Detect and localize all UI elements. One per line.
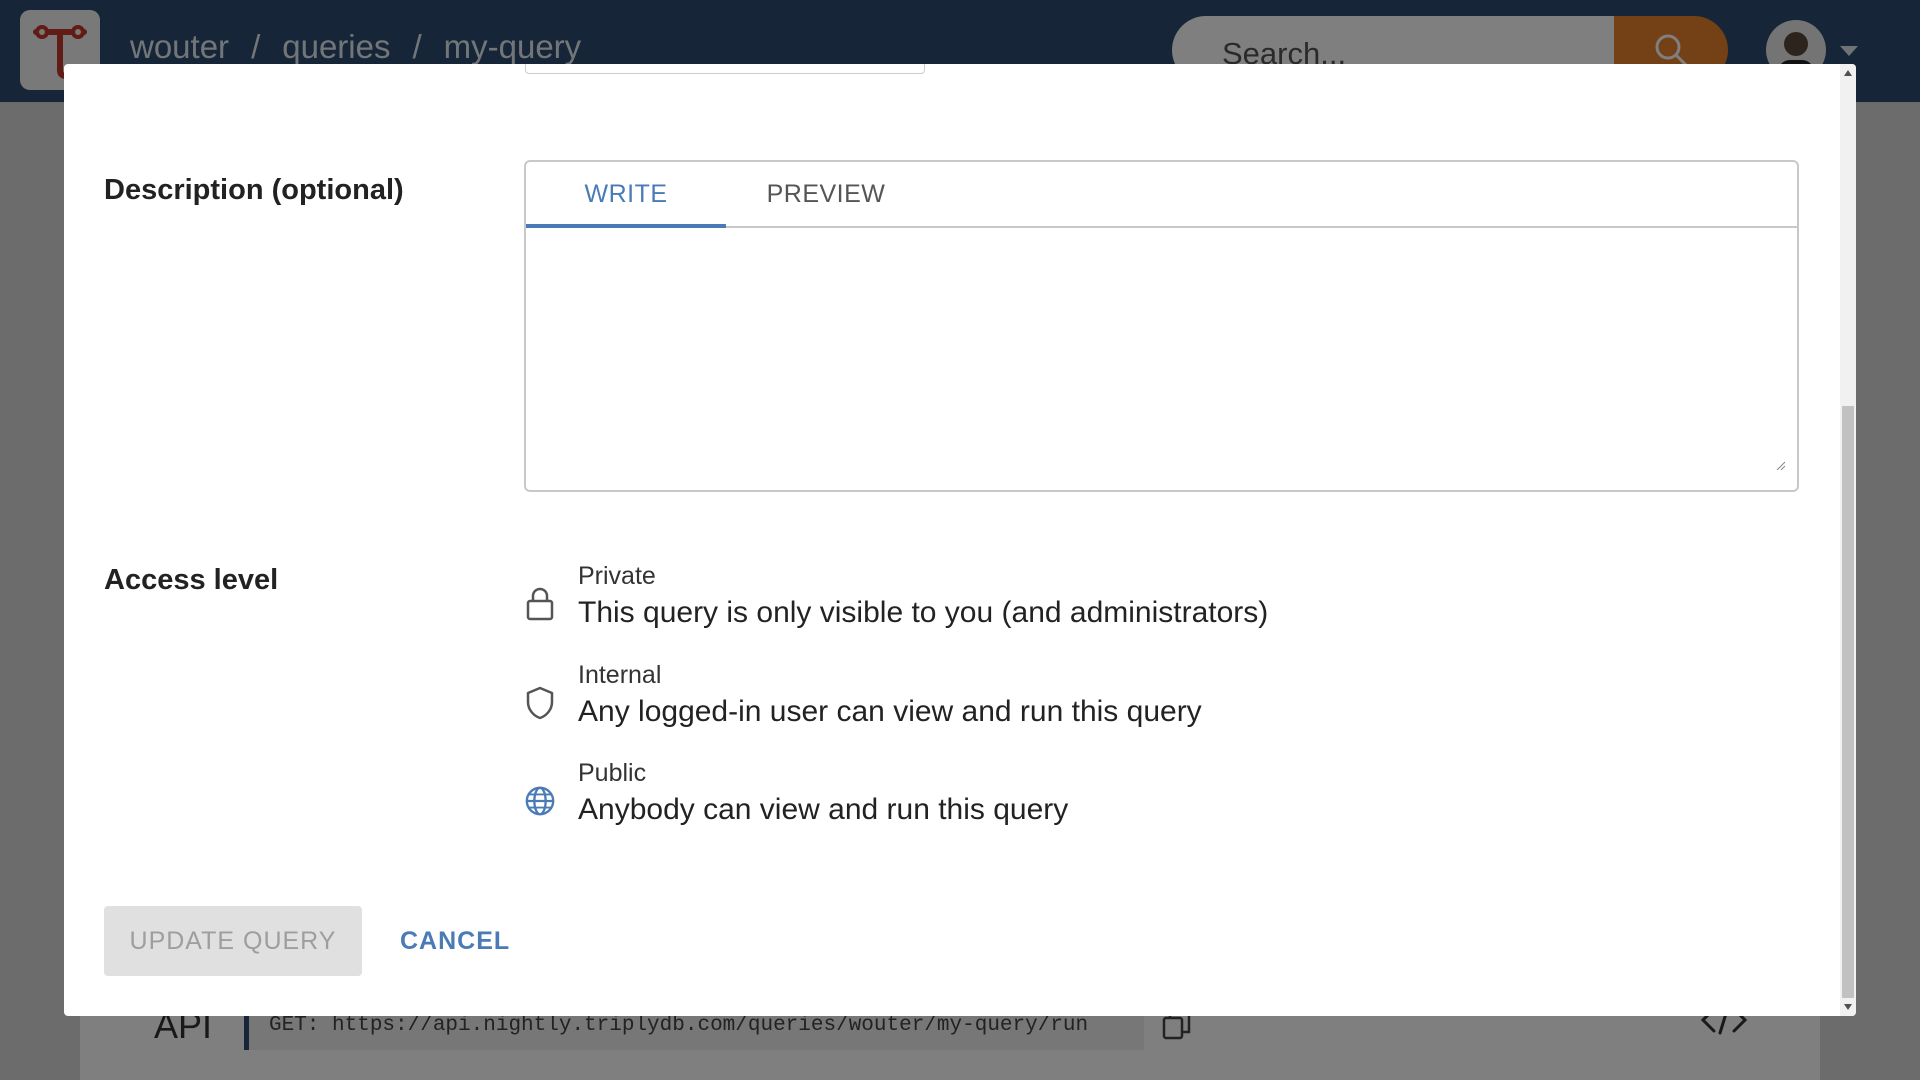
access-option-title: Public	[578, 759, 647, 787]
access-option-description: Anybody can view and run this query	[578, 793, 1069, 826]
access-option-private[interactable]: Private This query is only visible to yo…	[524, 562, 1424, 642]
resize-grip-icon[interactable]	[1775, 460, 1785, 470]
tab-preview[interactable]: PREVIEW	[726, 162, 926, 226]
access-option-internal[interactable]: Internal Any logged-in user can view and…	[524, 661, 1424, 741]
editor-tabs: WRITE PREVIEW	[526, 162, 1797, 228]
shield-icon	[524, 683, 556, 723]
name-input-partial[interactable]	[525, 64, 925, 74]
access-option-public[interactable]: Public Anybody can view and run this que…	[524, 759, 1424, 839]
access-option-description: Any logged-in user can view and run this…	[578, 695, 1202, 728]
access-option-description: This query is only visible to you (and a…	[578, 596, 1269, 629]
description-label: Description (optional)	[104, 174, 404, 206]
cancel-button[interactable]: CANCEL	[384, 906, 526, 976]
globe-icon	[524, 781, 556, 821]
update-query-button[interactable]: UPDATE QUERY	[104, 906, 362, 976]
scroll-up-icon[interactable]	[1844, 70, 1852, 76]
scrollbar[interactable]	[1840, 64, 1856, 1016]
description-editor: WRITE PREVIEW	[524, 160, 1799, 492]
access-option-title: Internal	[578, 661, 662, 689]
scrollbar-thumb[interactable]	[1842, 406, 1854, 998]
scroll-down-icon[interactable]	[1844, 1004, 1852, 1010]
edit-query-dialog: Description (optional) WRITE PREVIEW Acc…	[64, 64, 1856, 1016]
description-textarea[interactable]	[526, 228, 1797, 490]
lock-icon	[524, 584, 556, 624]
access-option-title: Private	[578, 562, 656, 590]
access-level-label: Access level	[104, 564, 279, 596]
tab-write[interactable]: WRITE	[526, 162, 726, 228]
